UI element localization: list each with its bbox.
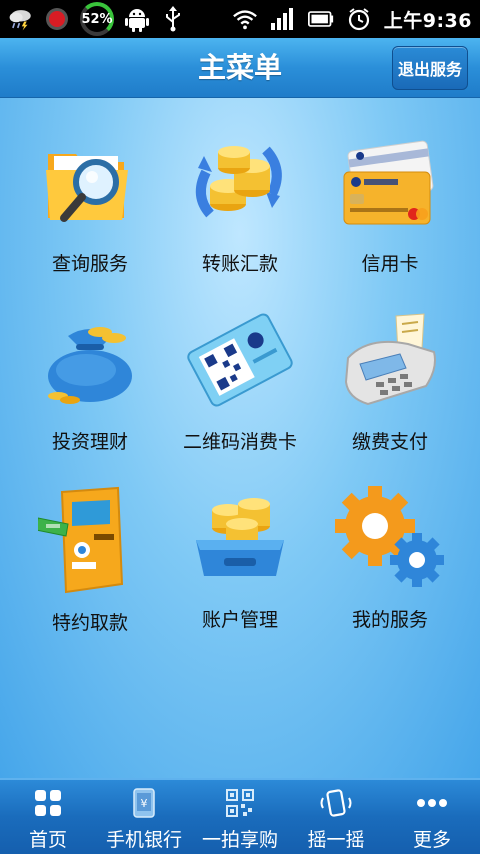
atm-icon (35, 484, 145, 594)
qr-scan-icon (223, 788, 257, 818)
menu-item-label: 转账汇款 (201, 253, 278, 275)
qr-card-icon (185, 306, 295, 413)
mobile-bank-icon: ¥ (127, 788, 161, 818)
menu-item-my-services[interactable]: 我的服务 (310, 454, 470, 632)
coin-tray-icon (185, 484, 295, 591)
battery-ring-indicator: 52% (80, 2, 114, 36)
usb-icon (160, 6, 186, 32)
menu-item-account-management[interactable]: 账户管理 (160, 454, 320, 632)
tab-label: 首页 (28, 829, 67, 851)
wifi-icon (232, 6, 258, 32)
tab-scan-buy[interactable]: 一拍享购 (192, 780, 288, 854)
more-icon (415, 788, 449, 818)
main-menu-area: 查询服务 转账汇款 信用卡 投资理财 二维码消费卡 缴费支付 特约取款 账户管理… (0, 98, 480, 778)
coins-transfer-icon (185, 128, 295, 235)
tab-label: 手机银行 (105, 829, 182, 851)
tab-shake[interactable]: 摇一摇 (288, 780, 384, 854)
menu-item-label: 信用卡 (361, 253, 419, 275)
android-debug-icon (124, 6, 150, 32)
signal-bars-icon (270, 6, 296, 32)
tab-more[interactable]: 更多 (384, 780, 480, 854)
home-grid-icon (31, 788, 65, 818)
shake-icon (319, 788, 353, 818)
menu-item-credit-card[interactable]: 信用卡 (310, 98, 470, 276)
record-dot-icon (44, 6, 70, 32)
pos-terminal-icon (335, 306, 445, 413)
menu-item-label: 二维码消费卡 (182, 431, 297, 453)
menu-item-payment[interactable]: 缴费支付 (310, 276, 470, 454)
tab-label: 一拍享购 (201, 829, 278, 851)
tab-home[interactable]: 首页 (0, 780, 96, 854)
tab-label: 更多 (412, 829, 451, 851)
money-bag-icon (35, 306, 145, 413)
menu-item-query[interactable]: 查询服务 (10, 98, 170, 276)
tab-label: 摇一摇 (307, 829, 365, 851)
title-bar: 主菜单 退出服务 (0, 38, 480, 98)
menu-item-special-withdraw[interactable]: 特约取款 (10, 454, 170, 634)
credit-card-icon (335, 128, 445, 235)
menu-item-transfer[interactable]: 转账汇款 (160, 98, 320, 276)
menu-item-qr-card[interactable]: 二维码消费卡 (160, 276, 320, 454)
menu-item-label: 缴费支付 (351, 431, 428, 453)
menu-item-label: 查询服务 (51, 253, 128, 275)
menu-item-label: 我的服务 (351, 609, 428, 631)
menu-item-label: 投资理财 (51, 431, 128, 453)
gears-icon (335, 484, 445, 591)
folder-magnifier-icon (35, 128, 145, 235)
menu-item-label: 特约取款 (51, 612, 128, 634)
battery-icon (307, 6, 334, 32)
battery-percent: 52% (81, 11, 113, 27)
alarm-clock-icon (346, 6, 372, 32)
menu-item-investment[interactable]: 投资理财 (10, 276, 170, 454)
status-bar: 52% 上午9:36 (0, 0, 480, 38)
menu-item-label: 账户管理 (201, 609, 278, 631)
exit-service-button[interactable]: 退出服务 (392, 46, 468, 90)
status-time: 上午9:36 (383, 9, 472, 32)
bottom-tab-bar: 首页 ¥ 手机银行 一拍享购 摇一摇 更多 (0, 778, 480, 854)
tab-mobile-banking[interactable]: ¥ 手机银行 (96, 780, 192, 854)
weather-storm-icon (8, 6, 34, 32)
svg-text:¥: ¥ (141, 797, 148, 810)
